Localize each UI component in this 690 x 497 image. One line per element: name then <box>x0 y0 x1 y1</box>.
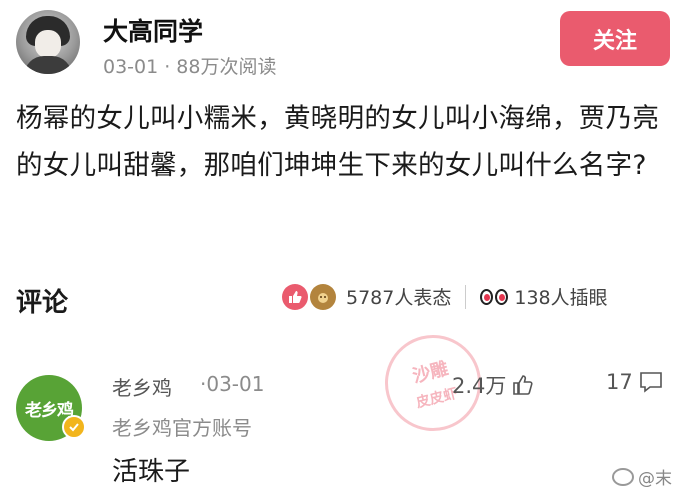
right-eye-shape <box>495 288 509 305</box>
stamp-line1: 沙雕 <box>410 358 451 388</box>
weibo-post-screen: 大高同学 03-01 · 88万次阅读 关注 杨幂的女儿叫小糯米，黄晓明的女儿叫小海… <box>0 0 690 497</box>
comment-like-button[interactable]: 2.4万 <box>452 370 535 400</box>
comment-reply-button[interactable]: 17 <box>606 370 664 394</box>
avatar-face <box>35 30 61 58</box>
thumbs-up-icon <box>513 375 533 395</box>
comments-title: 评论 <box>16 288 69 318</box>
post-meta: 03-01 · 88万次阅读 <box>103 52 276 79</box>
author-avatar[interactable] <box>16 10 80 74</box>
post-date: 03-01 <box>103 56 159 78</box>
reactions-bar: 5787人表态 138人插眼 <box>282 283 608 310</box>
like-reaction-icon[interactable] <box>282 283 308 310</box>
eyes-icon[interactable] <box>480 288 509 305</box>
watermark-text: @末 <box>638 469 672 489</box>
commenter-subtitle: 老乡鸡官方账号 <box>112 416 252 440</box>
follow-button[interactable]: 关注 <box>560 11 670 66</box>
verified-badge-icon <box>62 415 86 439</box>
comment-date: ·03-01 <box>200 372 265 396</box>
reactions-divider <box>465 284 467 309</box>
weibo-logo-icon <box>612 467 634 486</box>
comment-like-count: 2.4万 <box>452 374 507 398</box>
avatar-body <box>24 56 72 74</box>
comment-text: 活珠子 <box>112 457 191 487</box>
commenter-name[interactable]: 老乡鸡 <box>112 372 172 401</box>
meta-separator: · <box>164 56 171 78</box>
weibo-watermark: @末 <box>612 464 672 489</box>
sticker-reaction-icon[interactable] <box>310 283 336 310</box>
post-body-text: 杨幂的女儿叫小糯米，黄晓明的女儿叫小海绵，贾乃亮的女儿叫甜馨，那咱们坤坤生下来的… <box>16 103 660 181</box>
reply-bubble-icon <box>639 372 662 393</box>
author-name[interactable]: 大高同学 <box>103 12 203 48</box>
view-count: 88万次阅读 <box>176 56 277 78</box>
reactions-count[interactable]: 5787人表态 <box>346 283 451 310</box>
left-eye-shape <box>480 288 494 305</box>
comment-reply-count: 17 <box>606 370 633 394</box>
watch-count[interactable]: 138人插眼 <box>514 283 607 310</box>
